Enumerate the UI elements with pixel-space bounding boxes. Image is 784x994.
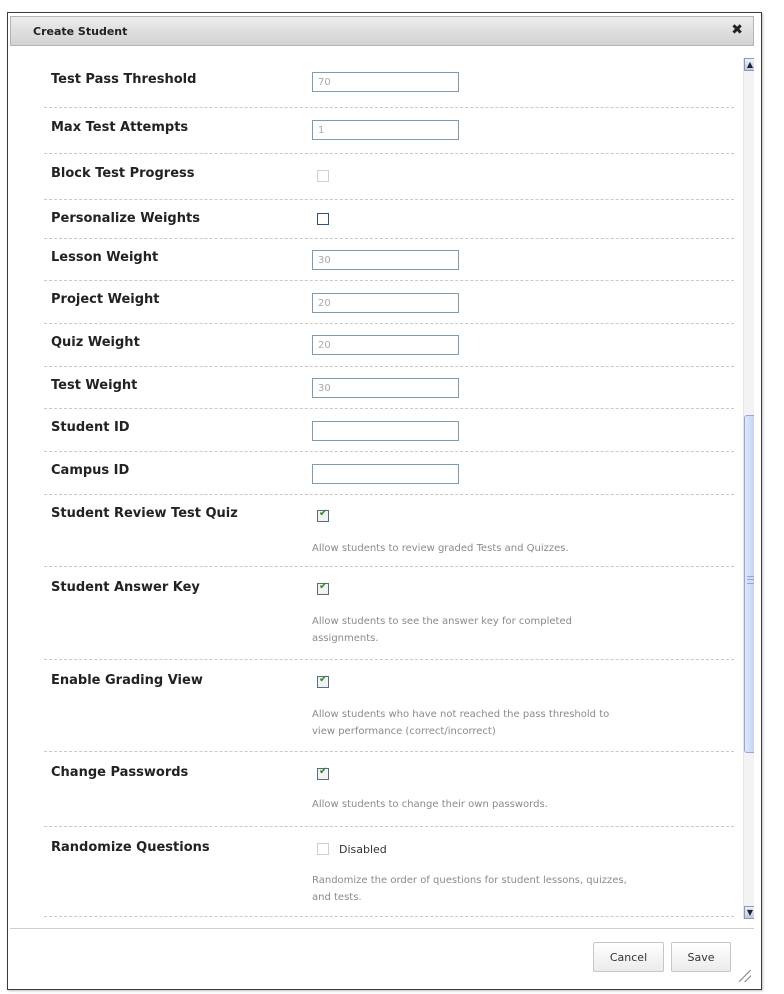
checkbox-student-answer-key[interactable] xyxy=(317,581,329,595)
label-block-test-progress: Block Test Progress xyxy=(51,166,195,181)
cancel-button[interactable]: Cancel xyxy=(593,942,664,972)
checkbox-change-passwords[interactable] xyxy=(317,766,329,780)
vertical-scrollbar[interactable]: ▲ ▼ xyxy=(743,58,754,919)
input-student-id[interactable] xyxy=(312,421,459,441)
label-student-answer-key: Student Answer Key xyxy=(51,580,200,595)
label-change-passwords: Change Passwords xyxy=(51,765,189,780)
input-quiz-weight[interactable] xyxy=(312,335,459,355)
help-student-answer-key-line2: assignments. xyxy=(312,633,379,644)
row-test-pass-threshold: Test Pass Threshold xyxy=(44,46,734,108)
input-lesson-weight[interactable] xyxy=(312,250,459,270)
save-button[interactable]: Save xyxy=(671,942,731,972)
row-personalize-weights: Personalize Weights xyxy=(44,199,734,239)
label-max-test-attempts: Max Test Attempts xyxy=(51,120,189,135)
row-campus-id: Campus ID xyxy=(44,451,734,495)
row-enable-grading-view: Enable Grading View Allow students who h… xyxy=(44,659,734,752)
randomize-status-label: Disabled xyxy=(339,843,387,856)
help-randomize-questions-line2: and tests. xyxy=(312,892,362,903)
label-project-weight: Project Weight xyxy=(51,292,160,307)
label-test-pass-threshold: Test Pass Threshold xyxy=(51,72,197,87)
row-student-id: Student ID xyxy=(44,408,734,452)
scrollbar-thumb[interactable] xyxy=(744,415,754,753)
input-test-pass-threshold[interactable] xyxy=(312,72,459,92)
input-campus-id[interactable] xyxy=(312,464,459,484)
label-campus-id: Campus ID xyxy=(51,463,130,478)
row-max-test-attempts: Max Test Attempts xyxy=(44,107,734,154)
checkbox-personalize-weights[interactable] xyxy=(317,213,329,225)
help-enable-grading-view-line2: view performance (correct/incorrect) xyxy=(312,726,496,737)
input-test-weight[interactable] xyxy=(312,378,459,398)
row-quiz-weight: Quiz Weight xyxy=(44,323,734,367)
label-quiz-weight: Quiz Weight xyxy=(51,335,140,350)
row-project-weight: Project Weight xyxy=(44,280,734,324)
row-lesson-weight: Lesson Weight xyxy=(44,238,734,281)
checkbox-block-test-progress[interactable] xyxy=(317,170,329,182)
label-enable-grading-view: Enable Grading View xyxy=(51,673,203,688)
checkbox-randomize-questions[interactable] xyxy=(317,843,329,855)
checkbox-student-review-test-quiz[interactable] xyxy=(317,508,329,522)
dialog-titlebar[interactable]: Create Student ✖ xyxy=(10,16,754,46)
row-student-answer-key: Student Answer Key Allow students to see… xyxy=(44,566,734,660)
input-max-test-attempts[interactable] xyxy=(312,120,459,140)
help-enable-grading-view-line1: Allow students who have not reached the … xyxy=(312,709,610,720)
footer-divider xyxy=(10,928,754,929)
input-project-weight[interactable] xyxy=(312,293,459,313)
label-lesson-weight: Lesson Weight xyxy=(51,250,159,265)
help-randomize-questions-line1: Randomize the order of questions for stu… xyxy=(312,875,627,886)
label-test-weight: Test Weight xyxy=(51,378,138,393)
row-test-weight: Test Weight xyxy=(44,366,734,409)
resize-grip-icon[interactable] xyxy=(739,970,751,982)
row-change-passwords: Change Passwords Allow students to chang… xyxy=(44,751,734,827)
label-personalize-weights: Personalize Weights xyxy=(51,211,200,226)
row-block-test-progress: Block Test Progress xyxy=(44,153,734,200)
dialog-content: Test Pass Threshold Max Test Attempts Bl… xyxy=(10,46,754,926)
help-change-passwords: Allow students to change their own passw… xyxy=(312,799,548,810)
scrollbar-grip-icon xyxy=(747,576,754,584)
label-randomize-questions: Randomize Questions xyxy=(51,840,210,855)
checkbox-enable-grading-view[interactable] xyxy=(317,674,329,688)
label-student-id: Student ID xyxy=(51,420,130,435)
scroll-up-arrow-icon[interactable]: ▲ xyxy=(744,58,754,71)
help-student-review-test-quiz: Allow students to review graded Tests an… xyxy=(312,543,569,554)
scroll-down-arrow-icon[interactable]: ▼ xyxy=(744,906,754,919)
close-icon[interactable]: ✖ xyxy=(731,23,743,37)
row-student-review-test-quiz: Student Review Test Quiz Allow students … xyxy=(44,494,734,567)
dialog-title: Create Student xyxy=(33,25,128,38)
row-randomize-questions: Randomize Questions Disabled Randomize t… xyxy=(44,826,734,917)
label-student-review-test-quiz: Student Review Test Quiz xyxy=(51,506,238,521)
help-student-answer-key-line1: Allow students to see the answer key for… xyxy=(312,616,572,627)
